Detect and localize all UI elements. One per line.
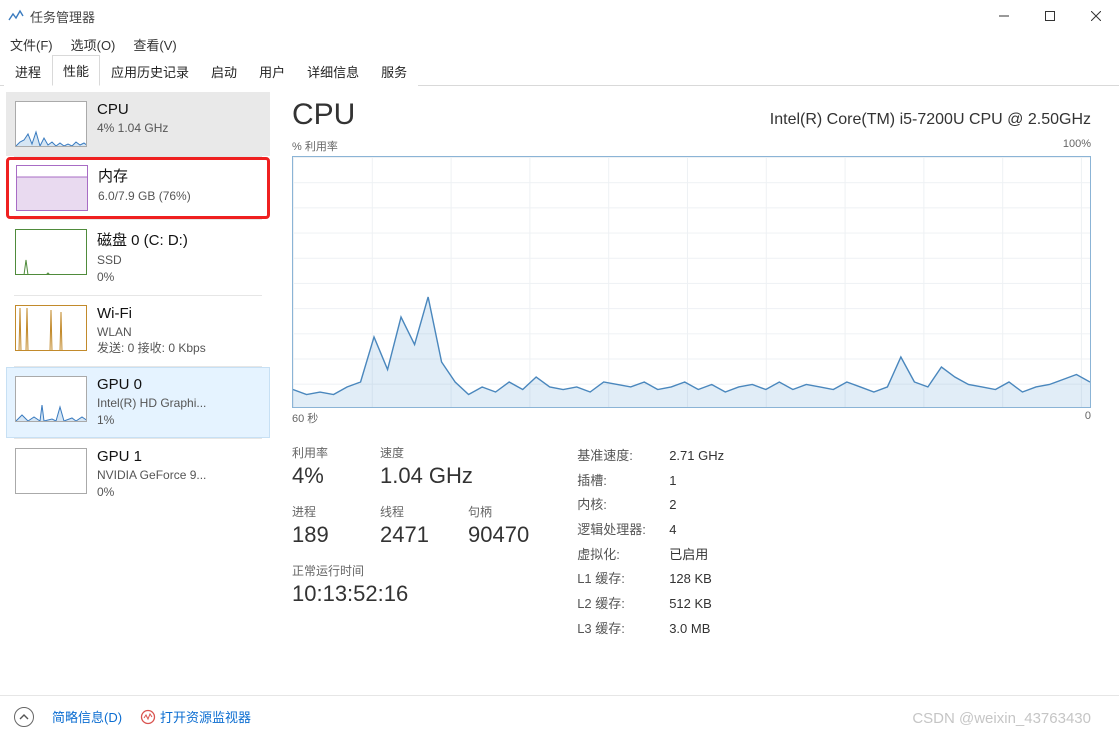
app-icon xyxy=(8,8,24,24)
sidebar-wifi-sub2: 发送: 0 接收: 0 Kbps xyxy=(97,340,206,357)
sidebar: CPU 4% 1.04 GHz 内存 6.0/7.9 GB (76%) xyxy=(0,86,270,695)
sidebar-gpu1-title: GPU 1 xyxy=(97,448,206,465)
brief-info-link[interactable]: 简略信息(D) xyxy=(52,707,122,726)
menubar: 文件(F) 选项(O) 查看(V) xyxy=(0,32,1119,56)
sidebar-item-wifi[interactable]: Wi-Fi WLAN 发送: 0 接收: 0 Kbps xyxy=(6,296,270,367)
sidebar-gpu1-sub2: 0% xyxy=(97,484,206,501)
stat-speed: 速度 1.04 GHz xyxy=(380,444,473,489)
sidebar-item-memory[interactable]: 内存 6.0/7.9 GB (76%) xyxy=(6,157,270,219)
menu-view[interactable]: 查看(V) xyxy=(133,35,176,54)
content-pane: CPU Intel(R) Core(TM) i5-7200U CPU @ 2.5… xyxy=(270,86,1119,695)
stats-column: 利用率 4% 速度 1.04 GHz 进程 189 线程 247 xyxy=(292,444,529,642)
footer: 简略信息(D) 打开资源监视器 xyxy=(0,695,1119,737)
main-area: CPU 4% 1.04 GHz 内存 6.0/7.9 GB (76%) xyxy=(0,86,1119,695)
sidebar-memory-sub: 6.0/7.9 GB (76%) xyxy=(98,188,191,205)
chart-bottom-labels: 60 秒 0 xyxy=(292,410,1091,426)
cpu-chart[interactable] xyxy=(292,156,1091,408)
tab-startup[interactable]: 启动 xyxy=(200,56,248,86)
stat-utilization: 利用率 4% xyxy=(292,444,352,489)
spec-table: 基准速度:2.71 GHz 插槽:1 内核:2 逻辑处理器:4 虚拟化:已启用 … xyxy=(577,444,724,642)
sidebar-item-cpu[interactable]: CPU 4% 1.04 GHz xyxy=(6,92,270,156)
sidebar-disk-sub: SSD xyxy=(97,252,188,269)
sidebar-wifi-sub: WLAN xyxy=(97,324,206,341)
gpu1-thumbnail xyxy=(15,448,87,494)
tab-processes[interactable]: 进程 xyxy=(4,56,52,86)
cpu-model: Intel(R) Core(TM) i5-7200U CPU @ 2.50GHz xyxy=(770,111,1091,129)
wifi-thumbnail xyxy=(15,305,87,351)
sidebar-gpu0-sub: Intel(R) HD Graphi... xyxy=(97,395,206,412)
stat-handles: 句柄 90470 xyxy=(468,503,529,548)
details-section: 利用率 4% 速度 1.04 GHz 进程 189 线程 247 xyxy=(292,444,1091,642)
close-button[interactable] xyxy=(1073,0,1119,32)
sidebar-cpu-sub: 4% 1.04 GHz xyxy=(97,120,168,137)
stat-uptime: 正常运行时间 10:13:52:16 xyxy=(292,562,529,607)
sidebar-memory-title: 内存 xyxy=(98,165,191,186)
tab-users[interactable]: 用户 xyxy=(248,56,296,86)
sidebar-gpu0-title: GPU 0 xyxy=(97,376,206,393)
memory-thumbnail xyxy=(16,165,88,211)
tab-details[interactable]: 详细信息 xyxy=(296,56,370,86)
tab-performance[interactable]: 性能 xyxy=(52,55,100,86)
chart-label-utilization: % 利用率 xyxy=(292,138,338,154)
tabs-row: 进程 性能 应用历史记录 启动 用户 详细信息 服务 xyxy=(0,56,1119,86)
sidebar-item-gpu1[interactable]: GPU 1 NVIDIA GeForce 9... 0% xyxy=(6,439,270,510)
stat-threads: 线程 2471 xyxy=(380,503,440,548)
chart-top-labels: % 利用率 100% xyxy=(292,138,1091,154)
disk-thumbnail xyxy=(15,229,87,275)
cpu-chart-line xyxy=(293,157,1090,407)
menu-options[interactable]: 选项(O) xyxy=(71,35,116,54)
sidebar-wifi-title: Wi-Fi xyxy=(97,305,206,322)
sidebar-disk-sub2: 0% xyxy=(97,269,188,286)
chart-label-60s: 60 秒 xyxy=(292,410,318,426)
sidebar-item-disk[interactable]: 磁盘 0 (C: D:) SSD 0% xyxy=(6,220,270,295)
cpu-thumbnail xyxy=(15,101,87,147)
chart-label-100pct: 100% xyxy=(1063,138,1091,154)
maximize-button[interactable] xyxy=(1027,0,1073,32)
minimize-button[interactable] xyxy=(981,0,1027,32)
stat-processes: 进程 189 xyxy=(292,503,352,548)
content-heading: CPU xyxy=(292,98,355,132)
sidebar-disk-title: 磁盘 0 (C: D:) xyxy=(97,229,188,250)
sidebar-gpu0-sub2: 1% xyxy=(97,412,206,429)
sidebar-item-gpu0[interactable]: GPU 0 Intel(R) HD Graphi... 1% xyxy=(6,367,270,438)
window-title: 任务管理器 xyxy=(30,7,95,26)
resource-monitor-icon xyxy=(140,709,156,725)
titlebar: 任务管理器 xyxy=(0,0,1119,32)
chart-label-0: 0 xyxy=(1085,410,1091,426)
sidebar-cpu-title: CPU xyxy=(97,101,168,118)
tab-services[interactable]: 服务 xyxy=(370,56,418,86)
gpu0-thumbnail xyxy=(15,376,87,422)
menu-file[interactable]: 文件(F) xyxy=(10,35,53,54)
tab-app-history[interactable]: 应用历史记录 xyxy=(100,56,200,86)
open-resource-monitor-link[interactable]: 打开资源监视器 xyxy=(140,707,251,726)
content-header: CPU Intel(R) Core(TM) i5-7200U CPU @ 2.5… xyxy=(292,98,1091,132)
collapse-icon[interactable] xyxy=(14,707,34,727)
sidebar-gpu1-sub: NVIDIA GeForce 9... xyxy=(97,467,206,484)
window-controls xyxy=(981,0,1119,32)
